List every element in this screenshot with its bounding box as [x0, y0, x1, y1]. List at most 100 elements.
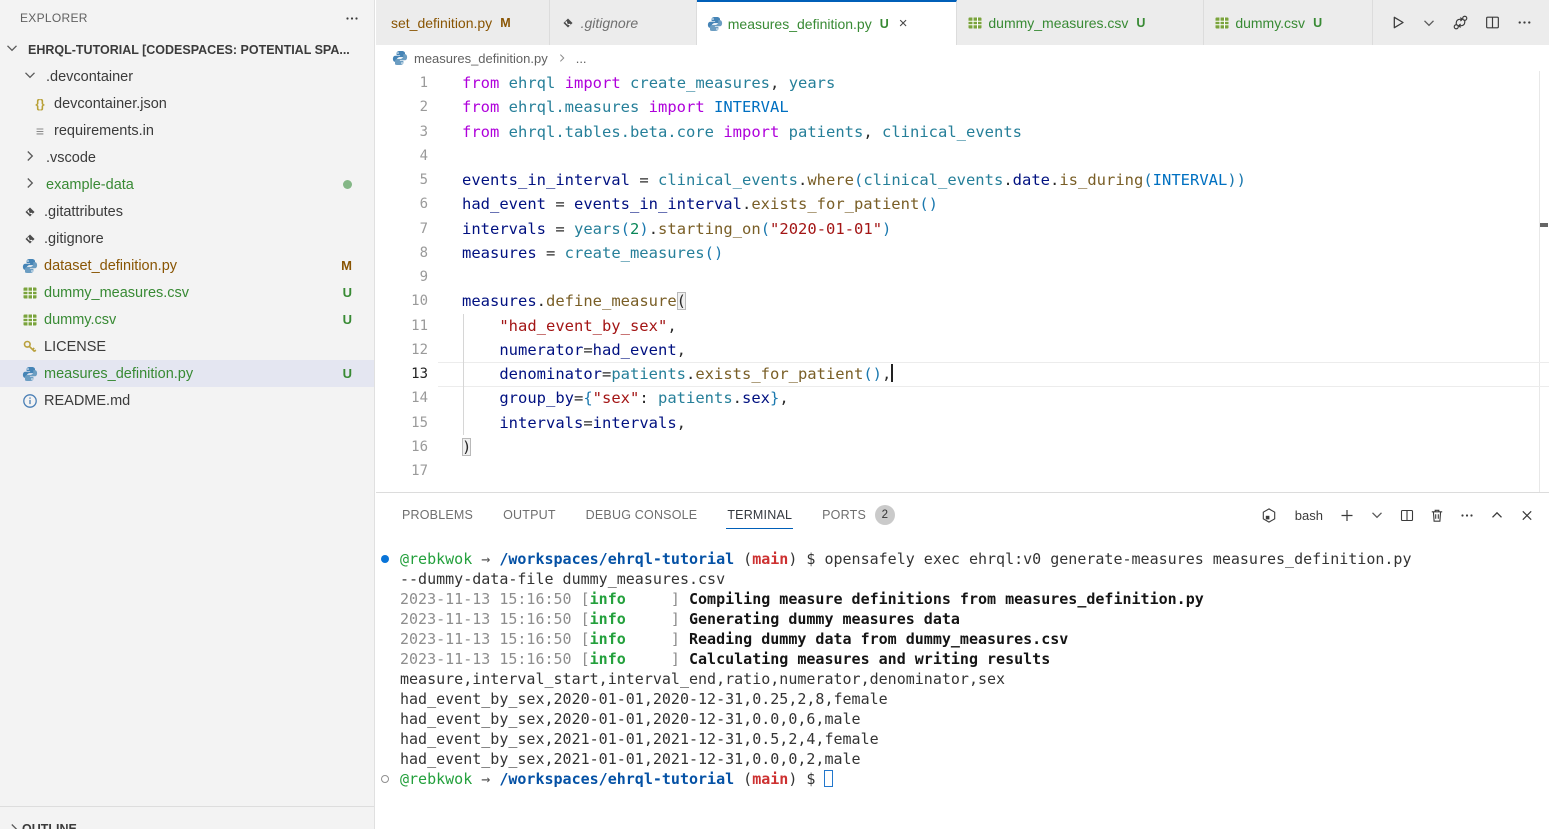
panel-tab-output[interactable]: OUTPUT [502, 502, 557, 529]
git-status-dot [343, 180, 352, 189]
explorer-more-actions-icon[interactable] [344, 10, 360, 26]
code-line-2[interactable]: 2from ehrql.measures import INTERVAL [376, 95, 1549, 119]
run-python-file-button[interactable] [1389, 14, 1406, 31]
panel-tab-debug-console[interactable]: DEBUG CONSOLE [585, 502, 699, 529]
split-editor-button[interactable] [1484, 14, 1501, 31]
new-terminal-button[interactable] [1339, 507, 1355, 523]
python-icon [707, 16, 723, 32]
code-editor[interactable]: 1from ehrql import create_measures, year… [376, 71, 1549, 492]
editor-more-actions-button[interactable] [1516, 14, 1533, 31]
chevron-right-icon [22, 175, 38, 191]
code-line-10[interactable]: 10measures.define_measure( [376, 289, 1549, 313]
terminal-cursor [824, 770, 833, 787]
tab-dummy-measures-csv[interactable]: dummy_measures.csvU [957, 0, 1204, 45]
code-line-17[interactable]: 17 [376, 459, 1549, 483]
tree-item-dummy-measures-csv[interactable]: dummy_measures.csvU [0, 279, 374, 306]
line-number: 15 [376, 411, 428, 435]
terminal-line: measure,interval_start,interval_end,rati… [376, 669, 1549, 689]
line-number: 4 [376, 144, 428, 168]
terminal-line: @rebkwok → /workspaces/ehrql-tutorial (m… [376, 549, 1549, 569]
json-icon: {} [32, 96, 48, 112]
line-number: 13 [376, 362, 428, 386]
code-line-8[interactable]: 8measures = create_measures() [376, 241, 1549, 265]
line-number: 11 [376, 314, 428, 338]
code-line-13[interactable]: 13 denominator=patients.exists_for_patie… [376, 362, 1549, 386]
terminal-line: 2023-11-13 15:16:50 [info ] Compiling me… [376, 589, 1549, 609]
panel-tab-terminal[interactable]: TERMINAL [726, 502, 793, 529]
shell-label[interactable]: bash [1295, 508, 1323, 523]
panel-tabs: PROBLEMS OUTPUT DEBUG CONSOLE TERMINAL PORTS… [401, 493, 924, 537]
git-status-badge: U [343, 312, 352, 327]
bottom-panel: PROBLEMS OUTPUT DEBUG CONSOLE TERMINAL PORTS… [376, 492, 1549, 829]
tree-item-label: devcontainer.json [54, 96, 167, 112]
code-line-9[interactable]: 9 [376, 265, 1549, 289]
code-line-14[interactable]: 14 group_by={"sex": patients.sex}, [376, 386, 1549, 410]
tree-item-license[interactable]: LICENSE [0, 333, 374, 360]
breadcrumb-file[interactable]: measures_definition.py [414, 51, 548, 66]
tree-item-readme-md[interactable]: README.md [0, 387, 374, 414]
tree-item-example-data[interactable]: example-data [0, 171, 374, 198]
split-terminal-button[interactable] [1399, 507, 1415, 523]
panel-more-actions-button[interactable] [1459, 507, 1475, 523]
panel-tab-ports[interactable]: PORTS2 [821, 499, 896, 532]
code-text: had_event = events_in_interval.exists_fo… [428, 192, 938, 216]
close-panel-button[interactable] [1519, 507, 1535, 523]
tree-item-devcontainer-json[interactable]: {} devcontainer.json [0, 90, 374, 117]
tree-item-ehrql-tutorial-codespaces-potential-spa[interactable]: EHRQL-TUTORIAL [CODESPACES: POTENTIAL SP… [0, 36, 374, 63]
code-text: from ehrql.measures import INTERVAL [428, 95, 789, 119]
tab-label: dummy_measures.csv [988, 15, 1128, 31]
line-number: 5 [376, 168, 428, 192]
info-icon [22, 393, 38, 409]
tree-item-label: .vscode [46, 150, 96, 166]
tree-item-dummy-csv[interactable]: dummy.csvU [0, 306, 374, 333]
code-line-11[interactable]: 11 "had_event_by_sex", [376, 314, 1549, 338]
tree-item-label: example-data [46, 177, 134, 193]
maximize-panel-button[interactable] [1489, 507, 1505, 523]
tab-set-definition-py[interactable]: set_definition.pyM [376, 0, 550, 45]
code-line-5[interactable]: 5events_in_interval = clinical_events.wh… [376, 168, 1549, 192]
editor-group: set_definition.pyM.gitignoremeasures_def… [376, 0, 1549, 829]
close-tab-icon[interactable]: × [899, 16, 908, 31]
tree-item-devcontainer[interactable]: .devcontainer [0, 63, 374, 90]
code-line-3[interactable]: 3from ehrql.tables.beta.core import pati… [376, 120, 1549, 144]
open-changes-button[interactable] [1452, 14, 1469, 31]
tree-item-gitattributes[interactable]: .gitattributes [0, 198, 374, 225]
chevron-right-icon [554, 50, 570, 66]
key-icon [22, 339, 38, 355]
kill-terminal-button[interactable] [1429, 507, 1445, 523]
code-line-7[interactable]: 7intervals = years(2).starting_on("2020-… [376, 217, 1549, 241]
csv-icon [967, 15, 983, 31]
tab-dummy-csv[interactable]: dummy.csvU [1204, 0, 1373, 45]
terminal-output[interactable]: @rebkwok → /workspaces/ehrql-tutorial (m… [376, 537, 1549, 829]
python-icon [22, 366, 38, 382]
command-decoration-circle[interactable] [381, 775, 389, 783]
tab-gitignore[interactable]: .gitignore [550, 0, 697, 45]
tree-item-vscode[interactable]: .vscode [0, 144, 374, 171]
tab-measures-definition-py[interactable]: measures_definition.pyU× [697, 0, 958, 45]
terminal-line: had_event_by_sex,2021-01-01,2021-12-31,0… [376, 749, 1549, 769]
code-line-1[interactable]: 1from ehrql import create_measures, year… [376, 71, 1549, 95]
explorer-title: EXPLORER [20, 11, 344, 25]
run-options-dropdown[interactable] [1421, 15, 1437, 31]
panel-tab-problems[interactable]: PROBLEMS [401, 502, 474, 529]
tree-item-dataset-definition-py[interactable]: dataset_definition.pyM [0, 252, 374, 279]
breadcrumb-more[interactable]: ... [576, 51, 587, 66]
code-line-6[interactable]: 6had_event = events_in_interval.exists_f… [376, 192, 1549, 216]
tree-item-gitignore[interactable]: .gitignore [0, 225, 374, 252]
git-status-badge: U [343, 285, 352, 300]
code-line-12[interactable]: 12 numerator=had_event, [376, 338, 1549, 362]
outline-section[interactable]: OUTLINE [0, 806, 374, 829]
breadcrumb[interactable]: measures_definition.py ... [376, 45, 1549, 71]
tree-item-requirements-in[interactable]: ≡requirements.in [0, 117, 374, 144]
terminal-profile-dropdown[interactable] [1369, 507, 1385, 523]
line-number: 6 [376, 192, 428, 216]
code-line-16[interactable]: 16) [376, 435, 1549, 459]
chevron-down-icon [22, 67, 38, 83]
command-decoration-dot[interactable] [381, 555, 389, 563]
code-line-15[interactable]: 15 intervals=intervals, [376, 411, 1549, 435]
line-number: 1 [376, 71, 428, 95]
code-line-4[interactable]: 4 [376, 144, 1549, 168]
tree-item-measures-definition-py[interactable]: measures_definition.pyU [0, 360, 374, 387]
panel-tab-label: PROBLEMS [402, 508, 473, 522]
tree-item-label: LICENSE [44, 339, 106, 355]
